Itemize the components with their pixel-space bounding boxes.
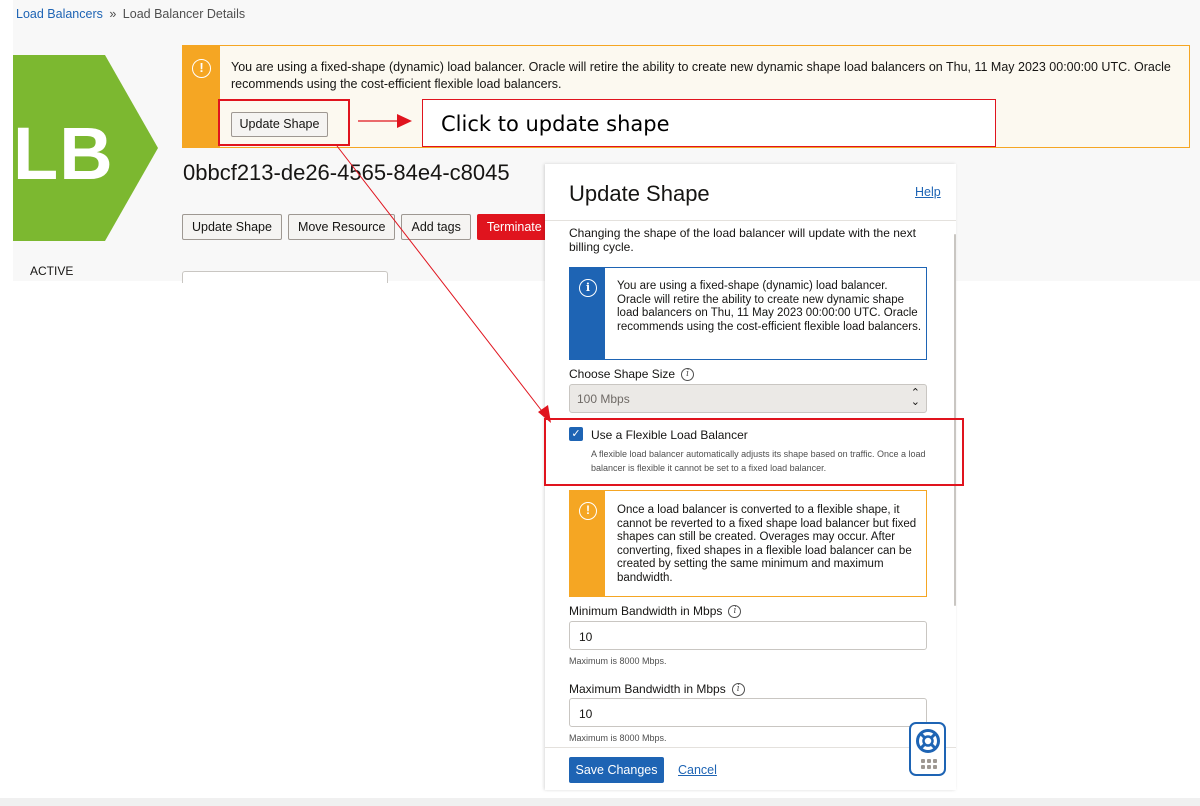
panel-title: Update Shape: [569, 181, 710, 206]
max-bandwidth-hint: Maximum is 8000 Mbps.: [569, 733, 667, 743]
shape-size-label-text: Choose Shape Size: [569, 367, 676, 381]
bottom-strip: [0, 798, 1200, 806]
conversion-warning: ! Once a load balancer is converted to a…: [569, 490, 927, 597]
shape-size-value: 100 Mbps: [577, 392, 630, 406]
status-label: ACTIVE: [30, 264, 74, 278]
cancel-link[interactable]: Cancel: [678, 763, 717, 777]
breadcrumb-current: Load Balancer Details: [122, 7, 246, 21]
add-tags-button[interactable]: Add tags: [401, 214, 471, 240]
info-tooltip-icon[interactable]: i: [731, 682, 745, 696]
resource-title: 0bbcf213-de26-4565-84e4-c8045: [183, 160, 510, 185]
conversion-warning-text: Once a load balancer is converted to a f…: [617, 504, 917, 584]
annotation-callout: Click to update shape: [422, 99, 996, 147]
max-bandwidth-label-text: Maximum Bandwidth in Mbps: [569, 682, 726, 696]
shape-size-select[interactable]: 100 Mbps ⌃ ⌄: [569, 384, 927, 413]
update-shape-button[interactable]: Update Shape: [182, 214, 282, 240]
info-alert-text: You are using a fixed-shape (dynamic) lo…: [617, 280, 922, 333]
info-icon: i: [579, 279, 597, 297]
help-center-widget[interactable]: [909, 722, 946, 776]
warning-stripe: !: [183, 46, 220, 147]
min-bandwidth-value: 10: [579, 630, 593, 644]
help-link[interactable]: Help: [915, 185, 941, 199]
highlight-update-shape-button: [218, 99, 350, 146]
info-tooltip-icon[interactable]: i: [681, 367, 695, 381]
shape-size-label: Choose Shape Size i: [569, 367, 695, 381]
breadcrumb: Load Balancers » Load Balancer Details: [16, 7, 245, 21]
annotation-text: Click to update shape: [441, 112, 670, 136]
panel-footer: Save Changes Cancel: [545, 747, 956, 790]
max-bandwidth-label: Maximum Bandwidth in Mbps i: [569, 682, 745, 696]
warning-stripe: !: [570, 491, 605, 596]
panel-intro-text: Changing the shape of the load balancer …: [569, 226, 916, 254]
min-bandwidth-label-text: Minimum Bandwidth in Mbps: [569, 604, 723, 618]
breadcrumb-load-balancers[interactable]: Load Balancers: [16, 7, 103, 21]
banner-text: You are using a fixed-shape (dynamic) lo…: [231, 60, 1171, 91]
info-tooltip-icon[interactable]: i: [728, 604, 742, 618]
min-bandwidth-input[interactable]: 10: [569, 621, 927, 650]
warning-icon: !: [579, 502, 597, 520]
info-stripe: i: [570, 268, 605, 359]
load-balancer-logo: LB: [13, 55, 158, 241]
tab-panel-edge: [182, 271, 388, 283]
action-buttons: Update Shape Move Resource Add tags Term…: [182, 214, 552, 240]
panel-divider: [545, 220, 956, 221]
select-arrows-icon: ⌃ ⌄: [910, 387, 920, 408]
warning-icon: !: [192, 59, 211, 78]
save-changes-button[interactable]: Save Changes: [569, 757, 664, 783]
info-alert: i You are using a fixed-shape (dynamic) …: [569, 267, 927, 360]
max-bandwidth-input[interactable]: 10: [569, 698, 927, 727]
min-bandwidth-label: Minimum Bandwidth in Mbps i: [569, 604, 742, 618]
lifebuoy-icon: [916, 729, 940, 753]
min-bandwidth-hint: Maximum is 8000 Mbps.: [569, 656, 667, 666]
move-resource-button[interactable]: Move Resource: [287, 214, 396, 240]
highlight-flexible-option: [544, 418, 964, 486]
grid-dots-icon: [921, 759, 937, 769]
terminate-button[interactable]: Terminate: [476, 214, 552, 240]
logo-text: LB: [13, 112, 114, 195]
breadcrumb-separator: »: [109, 7, 117, 21]
max-bandwidth-value: 10: [579, 707, 593, 721]
